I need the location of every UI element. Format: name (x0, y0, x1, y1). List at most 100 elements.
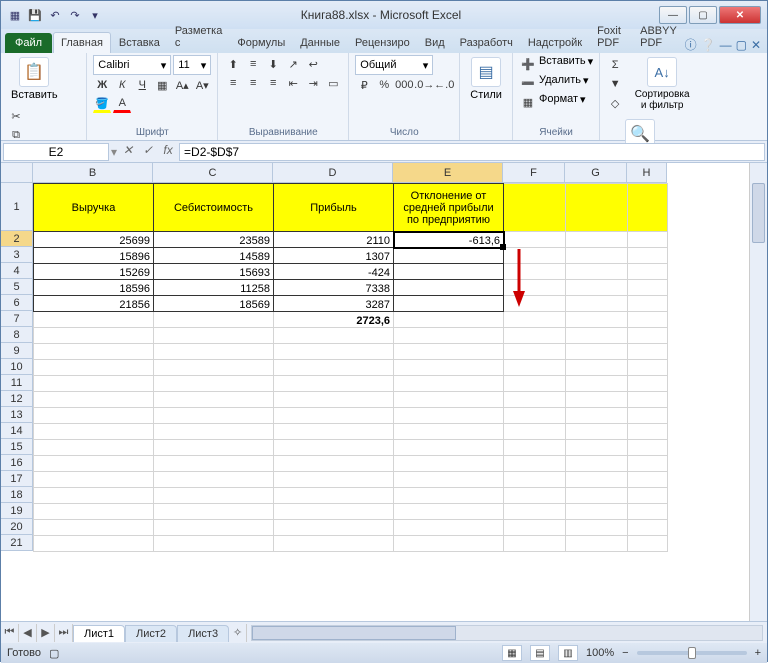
autosum-icon[interactable]: Σ (606, 56, 624, 74)
cell[interactable] (394, 488, 504, 504)
select-all-corner[interactable] (1, 163, 33, 183)
insert-cells-label[interactable]: Вставить (539, 55, 586, 73)
cell[interactable] (34, 456, 154, 472)
cell[interactable] (34, 504, 154, 520)
col-header-C[interactable]: C (153, 163, 273, 183)
cell[interactable] (566, 504, 628, 520)
clear-icon[interactable]: ◇ (606, 94, 624, 112)
cell[interactable] (394, 440, 504, 456)
cell[interactable] (34, 440, 154, 456)
cell[interactable] (628, 280, 668, 296)
cell[interactable] (566, 488, 628, 504)
tab-developer[interactable]: Разработч (453, 33, 520, 53)
cell[interactable] (394, 280, 504, 296)
merge-icon[interactable]: ▭ (324, 74, 342, 92)
name-box[interactable]: E2 (3, 143, 109, 161)
cell[interactable] (274, 376, 394, 392)
col-header-D[interactable]: D (273, 163, 393, 183)
cell[interactable] (394, 520, 504, 536)
cell[interactable]: Отклонение от средней прибыли по предпри… (394, 184, 504, 232)
row-header-20[interactable]: 20 (1, 519, 33, 535)
cell[interactable] (628, 456, 668, 472)
macro-record-icon[interactable]: ▢ (49, 647, 59, 660)
cell[interactable] (628, 360, 668, 376)
cell[interactable] (394, 456, 504, 472)
cell[interactable] (34, 328, 154, 344)
cell[interactable] (566, 312, 628, 328)
cell[interactable] (394, 328, 504, 344)
cell[interactable] (504, 520, 566, 536)
new-sheet-icon[interactable]: ✧ (229, 624, 247, 642)
shrink-font-button[interactable]: A▾ (193, 76, 211, 94)
cell[interactable] (504, 328, 566, 344)
cell[interactable] (274, 472, 394, 488)
cell[interactable]: 11258 (154, 280, 274, 296)
cell[interactable] (504, 184, 566, 232)
close-button[interactable]: ✕ (719, 6, 761, 24)
cell[interactable] (628, 344, 668, 360)
cell[interactable]: 15269 (34, 264, 154, 280)
cell[interactable] (34, 520, 154, 536)
help-icon[interactable]: ❔ (701, 38, 716, 52)
cell[interactable] (34, 312, 154, 328)
row-header-9[interactable]: 9 (1, 343, 33, 359)
cell[interactable] (566, 392, 628, 408)
row-header-15[interactable]: 15 (1, 439, 33, 455)
styles-button[interactable]: ▤ Стили (466, 55, 506, 103)
cell[interactable] (154, 376, 274, 392)
cell[interactable] (504, 424, 566, 440)
cell[interactable] (34, 408, 154, 424)
cell[interactable] (628, 424, 668, 440)
row-header-16[interactable]: 16 (1, 455, 33, 471)
view-page-layout-icon[interactable]: ▤ (530, 645, 550, 661)
cell[interactable] (34, 376, 154, 392)
cell[interactable] (566, 440, 628, 456)
row-header-3[interactable]: 3 (1, 247, 33, 263)
row-header-7[interactable]: 7 (1, 311, 33, 327)
cell[interactable] (628, 248, 668, 264)
cell[interactable] (154, 536, 274, 552)
cell[interactable] (154, 520, 274, 536)
grow-font-button[interactable]: A▴ (173, 76, 191, 94)
ribbon-close-icon[interactable]: ✕ (751, 38, 761, 52)
formula-input[interactable]: =D2-$D$7 (179, 143, 765, 161)
delete-cells-label[interactable]: Удалить (539, 74, 581, 92)
cell[interactable] (274, 360, 394, 376)
row-header-5[interactable]: 5 (1, 279, 33, 295)
cell[interactable] (394, 312, 504, 328)
fill-icon[interactable]: ▼ (606, 75, 624, 93)
cell[interactable] (274, 344, 394, 360)
cell[interactable] (394, 392, 504, 408)
cell[interactable] (154, 392, 274, 408)
insert-cells-icon[interactable]: ➕ (519, 55, 537, 73)
cell[interactable] (394, 344, 504, 360)
cell[interactable]: 15693 (154, 264, 274, 280)
cell[interactable]: 1307 (274, 248, 394, 264)
align-top-icon[interactable]: ⬆ (224, 55, 242, 73)
fx-icon[interactable]: fx (159, 143, 177, 161)
cell[interactable] (566, 248, 628, 264)
view-page-break-icon[interactable]: ▥ (558, 645, 578, 661)
spreadsheet-grid[interactable]: BCDEFGH 12345678910111213141516171819202… (1, 163, 767, 621)
row-header-17[interactable]: 17 (1, 471, 33, 487)
cell[interactable] (274, 456, 394, 472)
cell[interactable] (566, 424, 628, 440)
cell[interactable] (628, 440, 668, 456)
cell[interactable] (628, 392, 668, 408)
cell[interactable] (504, 392, 566, 408)
inc-decimal-icon[interactable]: .0→ (415, 76, 433, 94)
cell[interactable]: 3287 (274, 296, 394, 312)
cell[interactable] (154, 344, 274, 360)
cell[interactable] (628, 312, 668, 328)
cell[interactable] (34, 424, 154, 440)
cell[interactable] (504, 504, 566, 520)
cell[interactable] (34, 536, 154, 552)
row-header-6[interactable]: 6 (1, 295, 33, 311)
cell[interactable] (566, 264, 628, 280)
cell[interactable] (566, 472, 628, 488)
cell[interactable] (566, 280, 628, 296)
cell[interactable] (34, 472, 154, 488)
redo-icon[interactable]: ↷ (67, 7, 83, 23)
cell[interactable] (504, 488, 566, 504)
cell[interactable] (504, 440, 566, 456)
